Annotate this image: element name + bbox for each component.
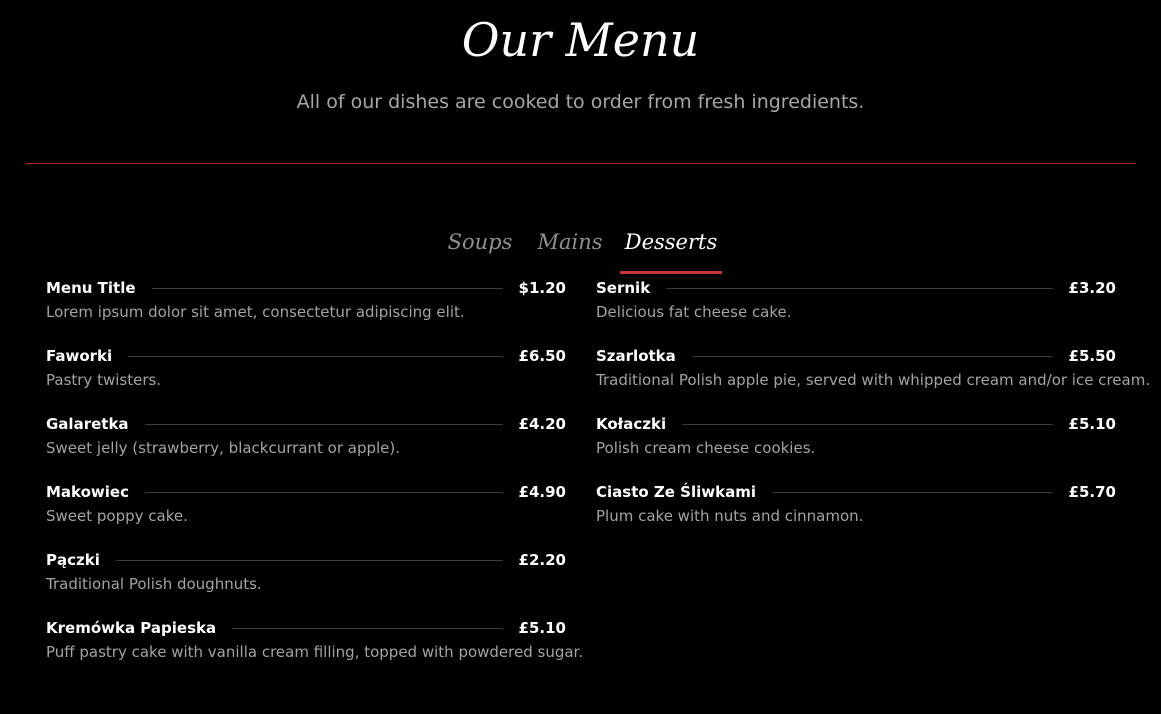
menu-column-right: Sernik £3.20 Delicious fat cheese cake. …	[596, 277, 1151, 549]
menu-item-name: Kołaczki	[596, 415, 667, 433]
menu-item-price: £5.10	[518, 619, 566, 637]
menu-item-leader-line	[115, 559, 503, 561]
menu-item-description: Pastry twisters.	[46, 371, 162, 389]
tab-mains[interactable]: Mains	[527, 222, 613, 262]
menu-item-name: Kremówka Papieska	[46, 619, 217, 637]
menu-item-price: £3.20	[1068, 279, 1116, 297]
menu-item-name: Sernik	[596, 279, 651, 297]
menu-item-name: Pączki	[46, 551, 100, 569]
menu-item-name: Faworki	[46, 347, 113, 365]
menu-item-leader-line	[144, 423, 503, 425]
menu-item-description: Sweet poppy cake.	[46, 507, 188, 525]
menu-item-price: £2.20	[518, 551, 566, 569]
menu-item: Kremówka Papieska £5.10 Puff pastry cake…	[46, 617, 584, 685]
menu-item-description: Puff pastry cake with vanilla cream fill…	[46, 643, 584, 661]
menu-item-leader-line	[666, 287, 1053, 289]
menu-item-price: £5.70	[1068, 483, 1116, 501]
menu-item-price: £5.10	[1068, 415, 1116, 433]
menu-item-description: Plum cake with nuts and cinnamon.	[596, 507, 864, 525]
active-tab-indicator	[620, 271, 722, 274]
menu-item: Makowiec £4.90 Sweet poppy cake.	[46, 481, 566, 549]
menu-item-description: Traditional Polish apple pie, served wit…	[596, 371, 1151, 389]
tab-desserts[interactable]: Desserts	[620, 222, 722, 262]
menu-item-leader-line	[691, 355, 1053, 357]
menu-item-description: Delicious fat cheese cake.	[596, 303, 792, 321]
menu-item-name: Ciasto Ze Śliwkami	[596, 483, 756, 501]
menu-item-description: Polish cream cheese cookies.	[596, 439, 816, 457]
menu-item: Pączki £2.20 Traditional Polish doughnut…	[46, 549, 566, 617]
menu-item-description: Lorem ipsum dolor sit amet, consectetur …	[46, 303, 465, 321]
menu-item-leader-line	[771, 491, 1053, 493]
menu-item-price: £4.20	[518, 415, 566, 433]
menu-item: Menu Title $1.20 Lorem ipsum dolor sit a…	[46, 277, 566, 345]
menu-item-description: Traditional Polish doughnuts.	[46, 575, 262, 593]
menu-item-price: £6.50	[518, 347, 566, 365]
page-title: Our Menu	[461, 13, 700, 67]
menu-item-leader-line	[151, 287, 503, 289]
menu-item: Szarlotka £5.50 Traditional Polish apple…	[596, 345, 1151, 413]
tab-soups[interactable]: Soups	[440, 222, 520, 262]
menu-item-description: Sweet jelly (strawberry, blackcurrant or…	[46, 439, 401, 457]
menu-item-leader-line	[682, 423, 1053, 425]
menu-item-name: Menu Title	[46, 279, 136, 297]
menu-tabs: Soups Mains Desserts	[0, 222, 1161, 276]
menu-item-name: Makowiec	[46, 483, 129, 501]
menu-item-price: $1.20	[518, 279, 566, 297]
header-divider	[26, 163, 1136, 164]
menu-column-left: Menu Title $1.20 Lorem ipsum dolor sit a…	[46, 277, 584, 685]
menu-item-price: £5.50	[1068, 347, 1116, 365]
menu-item: Ciasto Ze Śliwkami £5.70 Plum cake with …	[596, 481, 1116, 549]
page-subtitle: All of our dishes are cooked to order fr…	[296, 91, 865, 113]
menu-item: Kołaczki £5.10 Polish cream cheese cooki…	[596, 413, 1116, 481]
menu-item-price: £4.90	[518, 483, 566, 501]
menu-item: Galaretka £4.20 Sweet jelly (strawberry,…	[46, 413, 566, 481]
menu-item-name: Galaretka	[46, 415, 129, 433]
menu-item-leader-line	[232, 627, 503, 629]
menu-item-leader-line	[145, 491, 503, 493]
menu-item: Faworki £6.50 Pastry twisters.	[46, 345, 566, 413]
menu-item: Sernik £3.20 Delicious fat cheese cake.	[596, 277, 1116, 345]
menu-item-name: Szarlotka	[596, 347, 676, 365]
menu-item-leader-line	[128, 355, 503, 357]
